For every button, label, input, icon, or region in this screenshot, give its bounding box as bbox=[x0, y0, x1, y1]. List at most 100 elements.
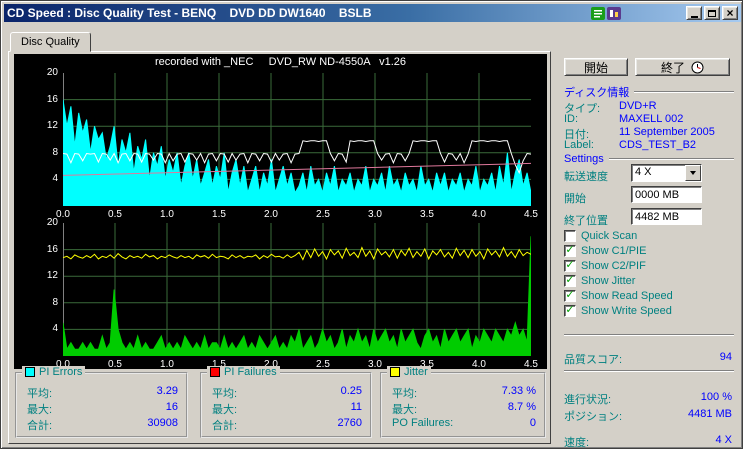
stat-value: 11 bbox=[350, 401, 362, 413]
stat-value: 0.25 bbox=[340, 385, 362, 397]
window: CD Speed : Disc Quality Test - BENQ DVD … bbox=[0, 0, 743, 449]
window-title: CD Speed : Disc Quality Test - BENQ DVD … bbox=[7, 6, 372, 20]
start-position-input[interactable] bbox=[631, 186, 702, 203]
divider bbox=[634, 91, 734, 93]
disc-label-row: Label: CDS_TEST_B2 bbox=[564, 139, 738, 152]
minimize-button[interactable] bbox=[686, 6, 702, 20]
position-value: 4481 MB bbox=[687, 408, 732, 420]
y-axis-label: 8 bbox=[52, 296, 58, 308]
minimize-icon bbox=[690, 15, 698, 18]
y-axis-label: 16 bbox=[46, 93, 58, 105]
stat-label: 最大: bbox=[392, 404, 418, 416]
disc-date-row: 日付: 11 September 2005 bbox=[564, 126, 738, 141]
speed-label: 速度: bbox=[564, 437, 590, 449]
info-value: DVD+R bbox=[619, 100, 657, 112]
x-axis-label: 2.5 bbox=[316, 359, 330, 369]
start-button[interactable]: 開始 bbox=[564, 58, 628, 76]
checkbox-show-c1-pie[interactable]: ✓ Show C1/PIE bbox=[564, 244, 646, 257]
x-axis-label: 1.0 bbox=[160, 209, 174, 220]
checkmark-icon: ✓ bbox=[565, 258, 575, 271]
checkbox-label: Show C1/PIE bbox=[581, 244, 647, 257]
x-axis-label: 0.5 bbox=[108, 209, 122, 220]
speed-value: 4 X bbox=[715, 434, 732, 446]
checkbox-show-write-speed[interactable]: ✓ Show Write Speed bbox=[564, 304, 672, 317]
x-axis-label: 1.0 bbox=[160, 359, 174, 369]
disc-info-header: ディスク情報 bbox=[564, 84, 734, 100]
checkbox-label: Show C2/PIF bbox=[581, 259, 646, 272]
maximize-button[interactable] bbox=[704, 6, 720, 20]
start-button-label: 開始 bbox=[583, 60, 608, 75]
checkbox: ✓ bbox=[564, 289, 576, 302]
y-axis-label: 12 bbox=[46, 120, 58, 132]
x-axis-label: 4.0 bbox=[472, 359, 486, 369]
x-axis-label: 4.0 bbox=[472, 209, 486, 220]
close-button[interactable]: × bbox=[722, 6, 738, 20]
transfer-rate-select[interactable]: 4 X bbox=[631, 164, 702, 182]
stat-row: 最大: 8.7 % bbox=[392, 401, 536, 417]
tab-disc-quality[interactable]: Disc Quality bbox=[10, 32, 91, 52]
exit-button-label: 終了 bbox=[660, 60, 685, 75]
stat-value: 0 bbox=[529, 417, 536, 429]
checkbox-label: Show Write Speed bbox=[581, 304, 672, 317]
stat-value: 30908 bbox=[147, 417, 178, 429]
jitter-panel-title: Jitter bbox=[387, 366, 431, 378]
pi-errors-panel: PI Errors 平均: 3.29 最大: 16 合計: 30908 bbox=[15, 366, 188, 438]
x-axis-label: 2.0 bbox=[264, 209, 278, 220]
panel-title-text: PI Errors bbox=[39, 366, 83, 378]
checkbox-show-c2-pif[interactable]: ✓ Show C2/PIF bbox=[564, 259, 646, 272]
pi-errors-color-swatch bbox=[25, 367, 35, 377]
chart-area: recorded with _NEC DVD_RW ND-4550A v1.26… bbox=[14, 54, 547, 369]
checkbox-quick-scan[interactable]: ✓ Quick Scan bbox=[564, 229, 637, 242]
position-row: ポジション: 4481 MB bbox=[564, 408, 732, 423]
info-value: 11 September 2005 bbox=[619, 126, 715, 138]
x-axis-label: 3.0 bbox=[368, 209, 382, 220]
checkbox: ✓ bbox=[564, 258, 576, 272]
info-value: CDS_TEST_B2 bbox=[619, 139, 697, 151]
chevron-down-icon bbox=[690, 171, 696, 175]
checkbox: ✓ bbox=[564, 229, 576, 242]
maximize-icon bbox=[708, 9, 716, 17]
right-panel: 開始 終了 ディスク情報 タイプ: DVD+R ID: MAXELL 002 日付:… bbox=[561, 55, 738, 449]
titlebar-tool-icon-green[interactable] bbox=[590, 6, 606, 20]
info-label: Label: bbox=[564, 139, 594, 151]
checkmark-icon: ✓ bbox=[565, 273, 575, 286]
stat-row: 最大: 16 bbox=[27, 401, 178, 417]
jitter-panel: Jitter 平均: 7.33 % 最大: 8.7 % PO Failures: 0 bbox=[380, 366, 546, 438]
disc-id-row: ID: MAXELL 002 bbox=[564, 113, 738, 126]
stat-row: 合計: 2760 bbox=[212, 417, 362, 433]
start-position-label: 開始 bbox=[564, 193, 586, 205]
close-icon: × bbox=[726, 6, 734, 20]
checkbox: ✓ bbox=[564, 244, 576, 257]
checkbox-show-read-speed[interactable]: ✓ Show Read Speed bbox=[564, 289, 673, 302]
stat-value: 7.33 % bbox=[501, 385, 536, 397]
end-position-input[interactable] bbox=[631, 208, 702, 225]
panel-title-text: Jitter bbox=[404, 366, 428, 378]
speed-row: 速度: 4 X bbox=[564, 434, 732, 449]
titlebar-tool-icon-purple[interactable] bbox=[606, 6, 622, 20]
exit-button[interactable]: 終了 bbox=[635, 58, 730, 76]
x-axis-label: 0.5 bbox=[108, 359, 122, 369]
stat-label: PO Failures: bbox=[392, 417, 454, 429]
x-axis-label: 3.5 bbox=[420, 209, 434, 220]
pi-failures-panel-title: PI Failures bbox=[207, 366, 280, 378]
checkbox-show-jitter[interactable]: ✓ Show Jitter bbox=[564, 274, 635, 287]
pi-failures-panel: PI Failures 平均: 0.25 最大: 11 合計: 2760 bbox=[200, 366, 372, 438]
stat-label: 平均: bbox=[392, 388, 418, 400]
checkbox-label: Show Jitter bbox=[581, 274, 636, 287]
client-area: Disc Quality recorded with _NEC DVD_RW N… bbox=[4, 22, 741, 449]
recorded-with-label: recorded with _NEC DVD_RW ND-4550A v1.26 bbox=[154, 56, 407, 68]
dropdown-button[interactable] bbox=[685, 165, 701, 181]
x-axis-label: 1.5 bbox=[212, 209, 226, 220]
end-position-label: 終了位置 bbox=[564, 215, 608, 227]
transfer-rate-value: 4 X bbox=[635, 166, 652, 178]
y-axis-label: 4 bbox=[52, 173, 58, 185]
y-axis-label: 20 bbox=[46, 67, 58, 78]
x-axis-label: 3.0 bbox=[368, 359, 382, 369]
stat-row: 最大: 11 bbox=[212, 401, 362, 417]
y-axis-label: 12 bbox=[46, 270, 58, 282]
checkbox: ✓ bbox=[564, 273, 576, 287]
jitter-color-swatch bbox=[390, 367, 400, 377]
tab-label: Disc Quality bbox=[21, 36, 80, 48]
stat-label: 合計: bbox=[27, 420, 53, 432]
stat-value: 3.29 bbox=[156, 385, 178, 397]
